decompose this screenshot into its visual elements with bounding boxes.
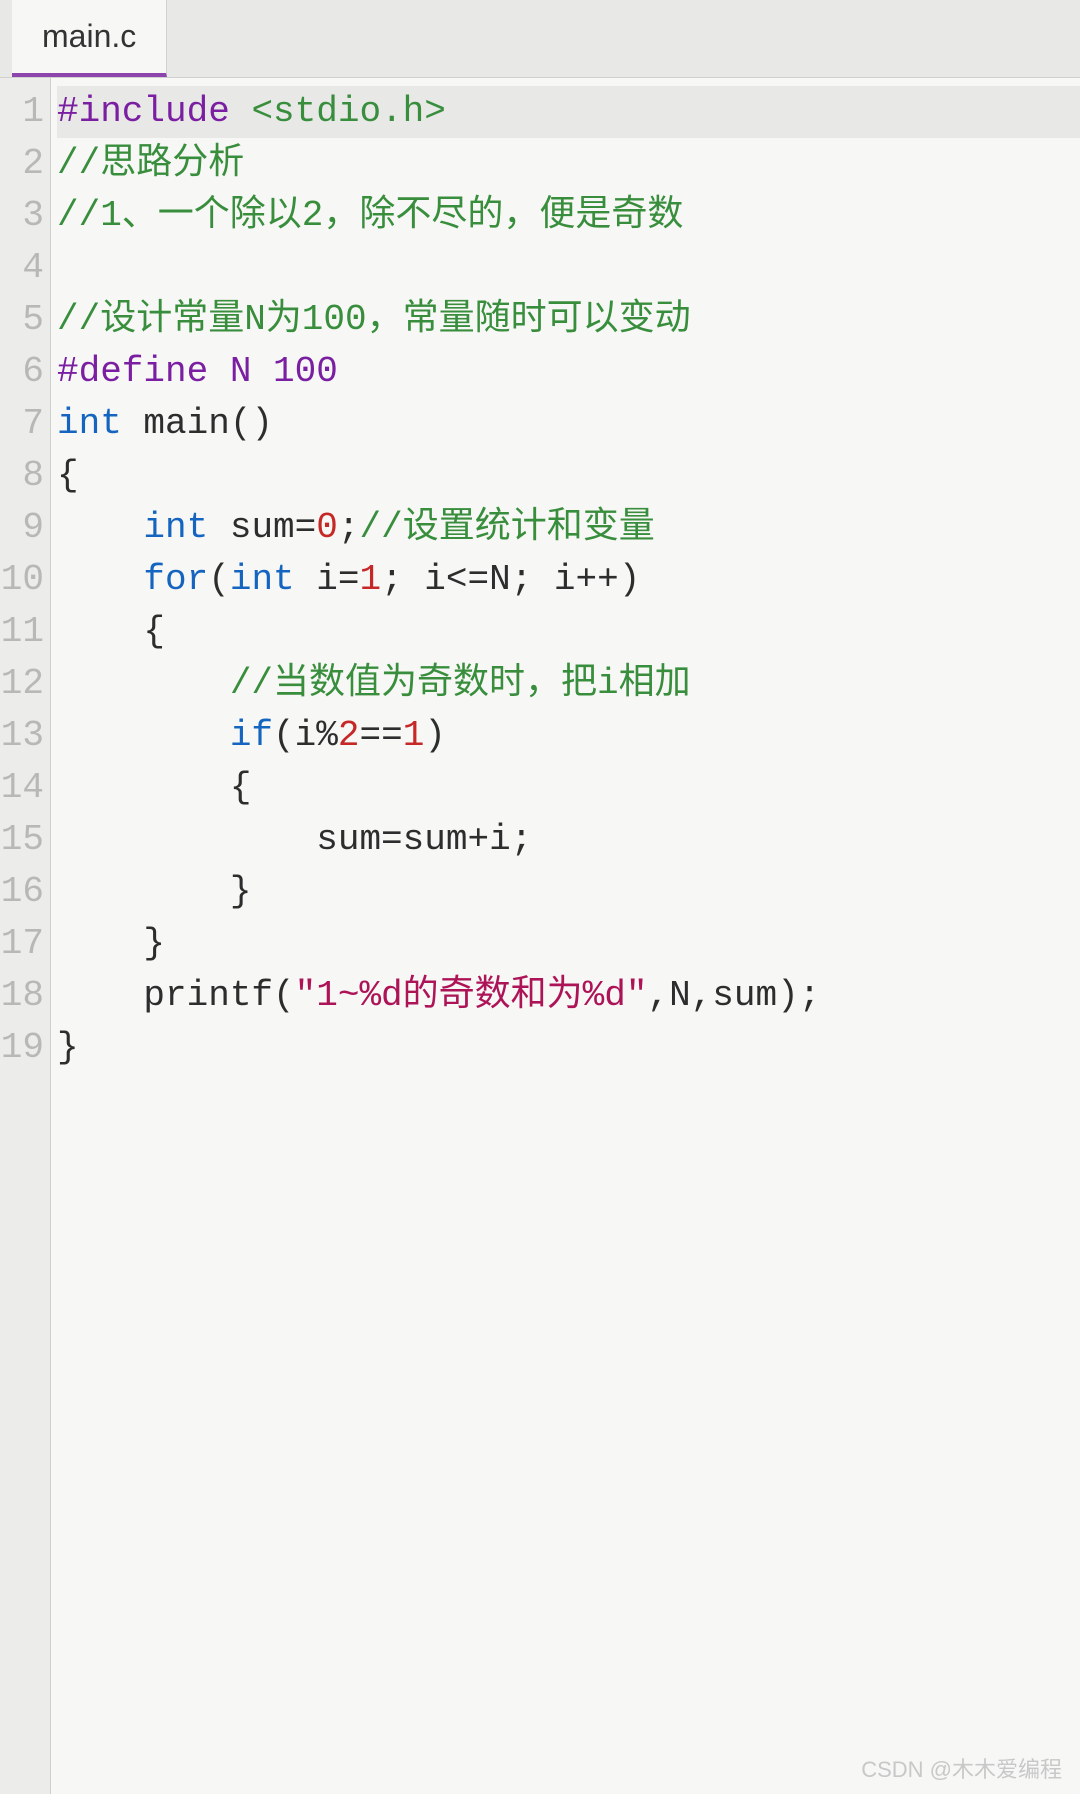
line-number: 6 — [0, 346, 50, 398]
code-line[interactable]: //1、一个除以2，除不尽的，便是奇数 — [57, 190, 1080, 242]
line-number: 7 — [0, 398, 50, 450]
line-number: 15 — [0, 814, 50, 866]
code-token: int — [143, 502, 208, 554]
line-number: 4 — [0, 242, 50, 294]
code-line[interactable]: } — [57, 1022, 1080, 1074]
code-line[interactable]: { — [57, 606, 1080, 658]
watermark: CSDN @木木爱编程 — [861, 1752, 1062, 1784]
line-number: 18 — [0, 970, 50, 1022]
code-token: } — [57, 866, 251, 918]
line-number: 9 — [0, 502, 50, 554]
code-token: } — [57, 918, 165, 970]
code-line[interactable]: //当数值为奇数时，把i相加 — [57, 658, 1080, 710]
code-token: sum=sum+i; — [57, 814, 532, 866]
code-token: { — [57, 762, 251, 814]
code-token: //设计常量N为100，常量随时可以变动 — [57, 294, 691, 346]
code-token: <stdio.h> — [251, 86, 445, 138]
code-line[interactable]: int sum=0;//设置统计和变量 — [57, 502, 1080, 554]
code-token: i= — [295, 554, 360, 606]
code-token: { — [57, 606, 165, 658]
code-token: #define N 100 — [57, 346, 338, 398]
code-token: == — [359, 710, 402, 762]
code-token: } — [57, 1022, 79, 1074]
line-number: 14 — [0, 762, 50, 814]
code-line[interactable]: } — [57, 918, 1080, 970]
code-token: ,N,sum); — [647, 970, 820, 1022]
code-token: ; — [338, 502, 360, 554]
tab-main-c[interactable]: main.c — [12, 0, 167, 77]
code-token — [57, 502, 143, 554]
code-line[interactable]: //设计常量N为100，常量随时可以变动 — [57, 294, 1080, 346]
code-line[interactable]: #define N 100 — [57, 346, 1080, 398]
code-line[interactable]: } — [57, 866, 1080, 918]
code-line[interactable]: for(int i=1; i<=N; i++) — [57, 554, 1080, 606]
code-token — [57, 554, 143, 606]
code-token: //思路分析 — [57, 138, 244, 190]
code-editor: 12345678910111213141516171819 #include <… — [0, 78, 1080, 1794]
line-number-gutter: 12345678910111213141516171819 — [0, 78, 50, 1794]
code-token: (i% — [273, 710, 338, 762]
code-token: //当数值为奇数时，把i相加 — [230, 658, 691, 710]
code-token: ) — [424, 710, 446, 762]
code-token — [57, 710, 230, 762]
code-token: if — [230, 710, 273, 762]
line-number: 8 — [0, 450, 50, 502]
code-line[interactable]: { — [57, 762, 1080, 814]
code-line[interactable]: #include <stdio.h> — [57, 86, 1080, 138]
code-area[interactable]: #include <stdio.h>//思路分析//1、一个除以2，除不尽的，便… — [50, 78, 1080, 1794]
code-line[interactable]: sum=sum+i; — [57, 814, 1080, 866]
code-token — [57, 658, 230, 710]
code-token: //1、一个除以2，除不尽的，便是奇数 — [57, 190, 683, 242]
code-line[interactable]: printf("1~%d的奇数和为%d",N,sum); — [57, 970, 1080, 1022]
line-number: 11 — [0, 606, 50, 658]
code-token: 1 — [359, 554, 381, 606]
code-line[interactable]: if(i%2==1) — [57, 710, 1080, 762]
code-token: printf( — [57, 970, 295, 1022]
line-number: 19 — [0, 1022, 50, 1074]
line-number: 5 — [0, 294, 50, 346]
code-line[interactable] — [57, 242, 1080, 294]
line-number: 16 — [0, 866, 50, 918]
code-line[interactable]: { — [57, 450, 1080, 502]
code-token: int — [230, 554, 295, 606]
line-number: 12 — [0, 658, 50, 710]
code-token: 2 — [338, 710, 360, 762]
code-token: "1~%d的奇数和为%d" — [295, 970, 648, 1022]
tab-bar: main.c — [0, 0, 1080, 78]
code-token: ; i<=N; i++) — [381, 554, 640, 606]
line-number: 13 — [0, 710, 50, 762]
line-number: 2 — [0, 138, 50, 190]
line-number: 1 — [0, 86, 50, 138]
code-line[interactable]: //思路分析 — [57, 138, 1080, 190]
code-token: 1 — [403, 710, 425, 762]
code-token: for — [143, 554, 208, 606]
line-number: 17 — [0, 918, 50, 970]
code-token: #include — [57, 86, 251, 138]
code-token: //设置统计和变量 — [359, 502, 654, 554]
code-token: ( — [208, 554, 230, 606]
code-token: 0 — [316, 502, 338, 554]
code-token: sum= — [208, 502, 316, 554]
code-token: int — [57, 398, 122, 450]
code-token: main() — [122, 398, 273, 450]
line-number: 3 — [0, 190, 50, 242]
line-number: 10 — [0, 554, 50, 606]
code-token: { — [57, 450, 79, 502]
code-line[interactable]: int main() — [57, 398, 1080, 450]
